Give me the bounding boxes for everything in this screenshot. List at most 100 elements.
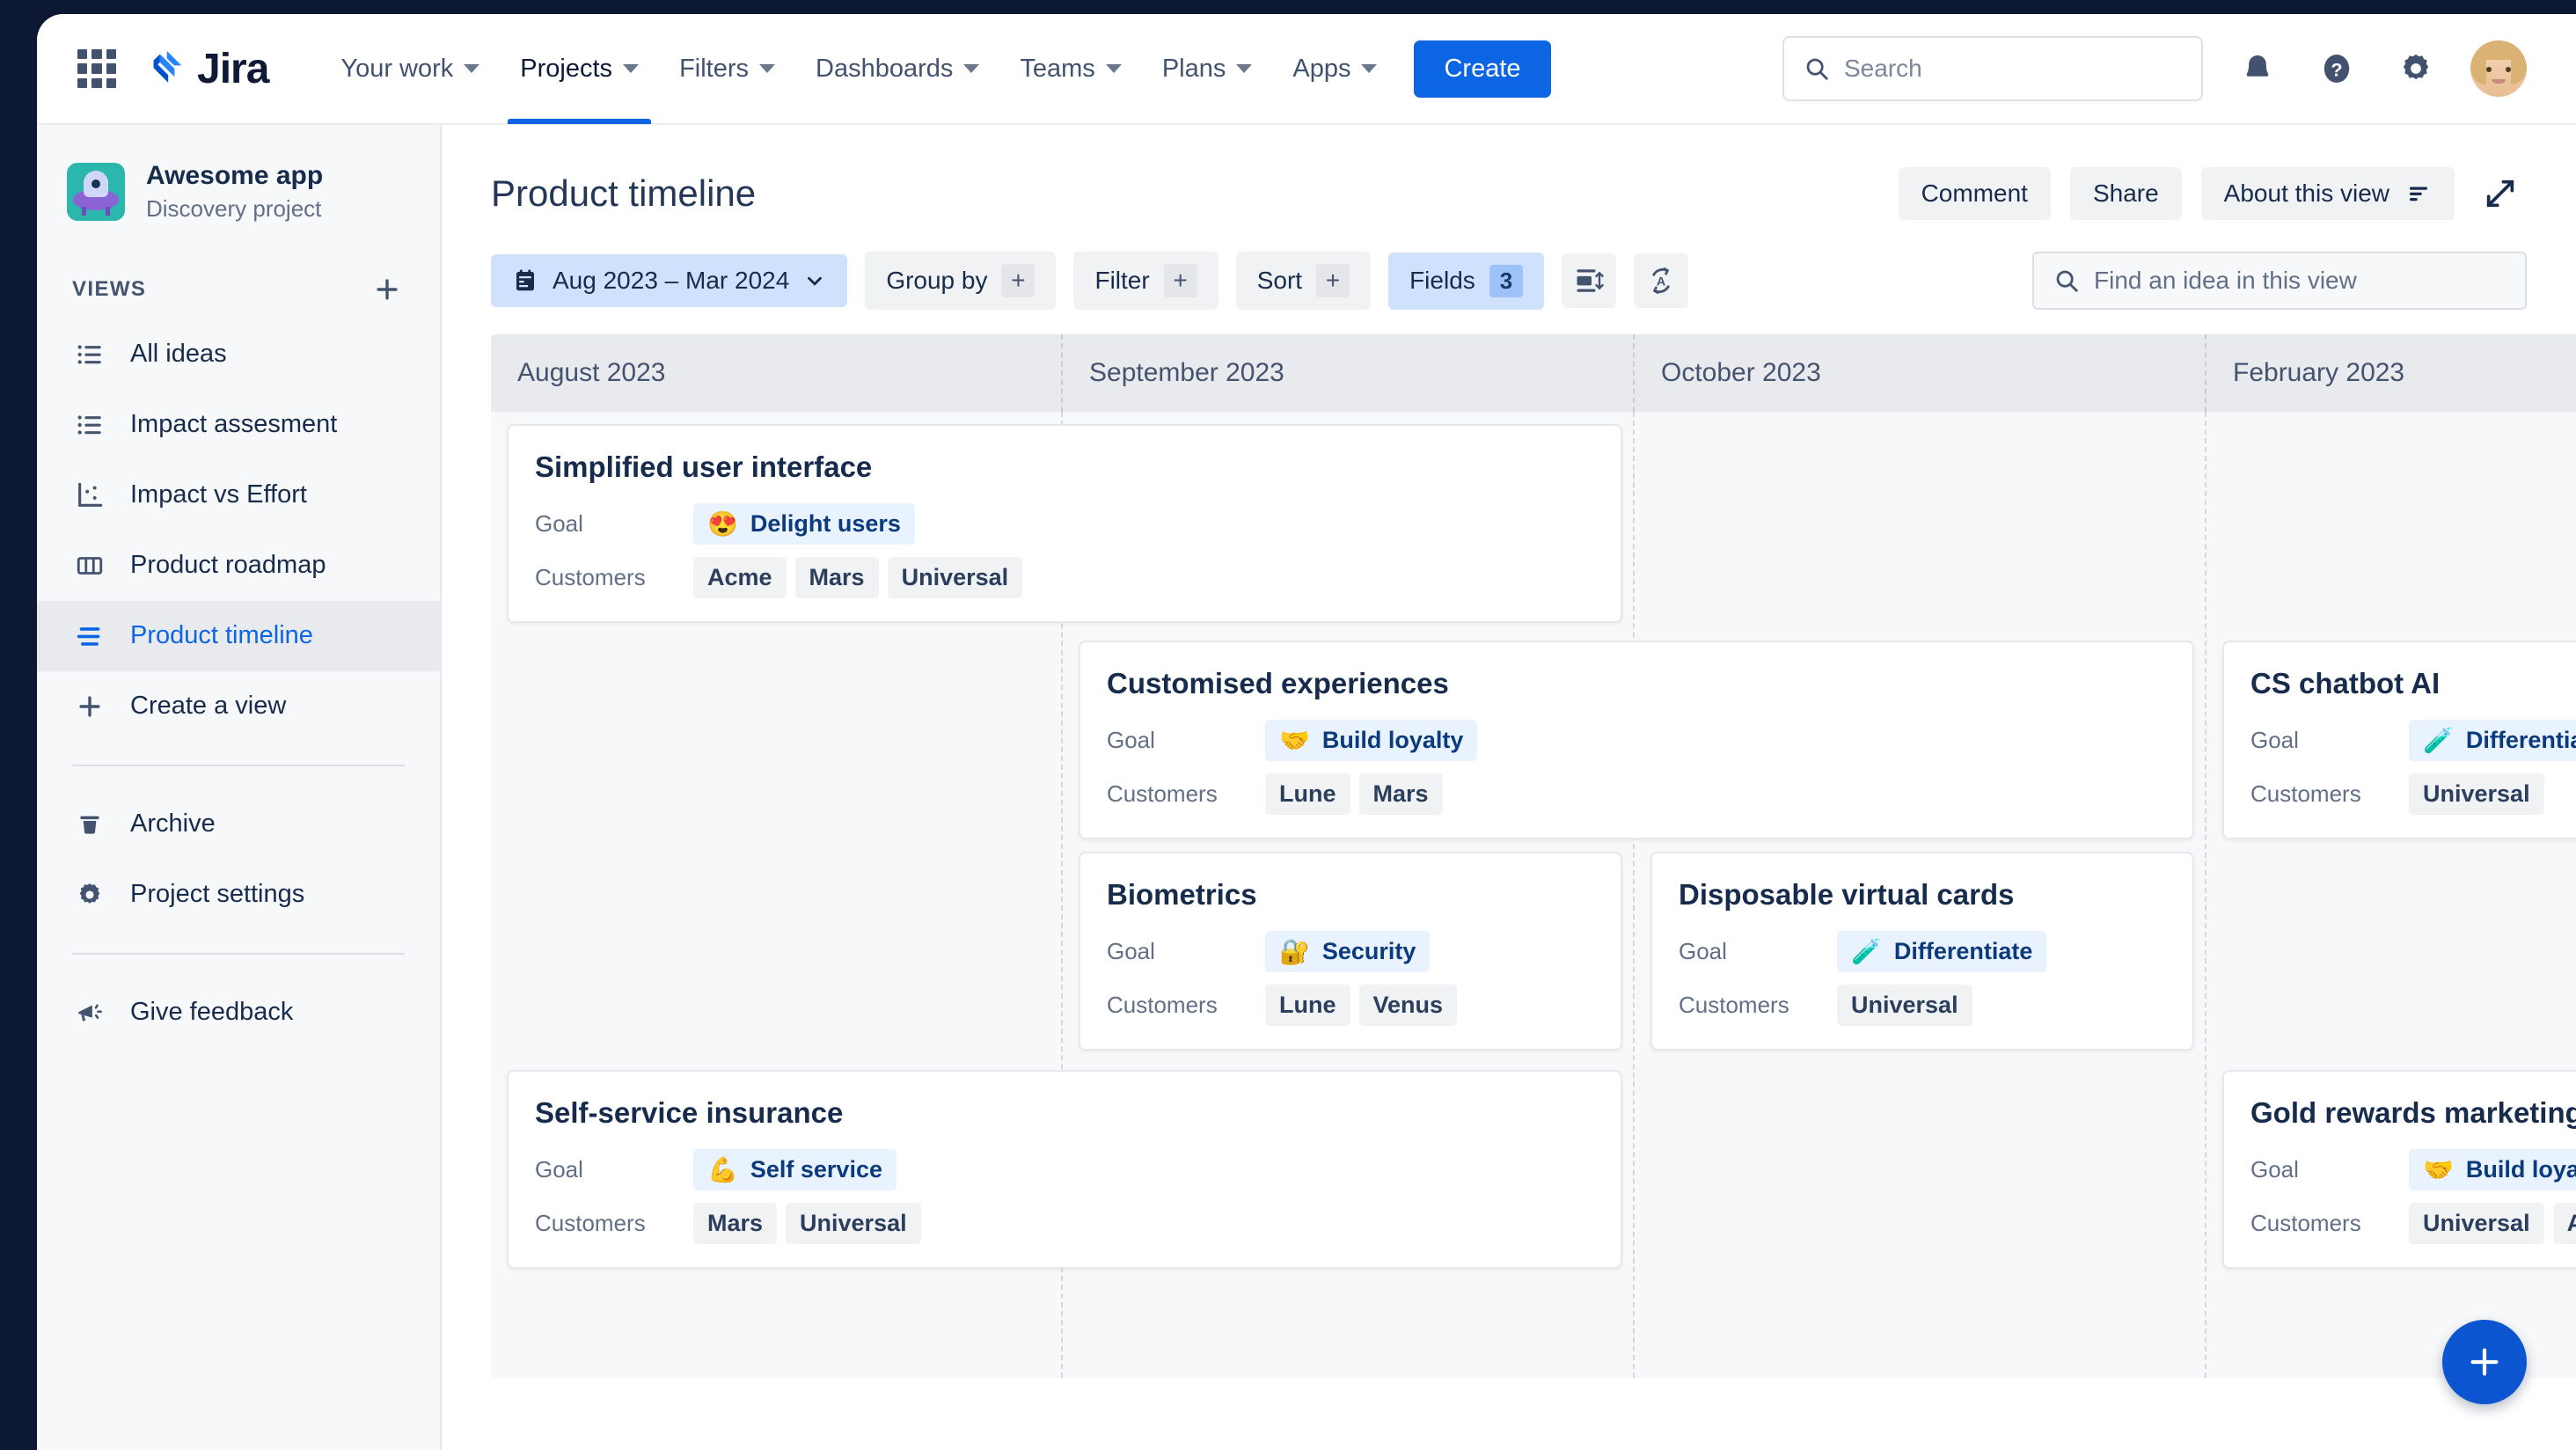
sort-button[interactable]: Sort + bbox=[1235, 252, 1372, 310]
goal-label: Differentiate bbox=[1893, 938, 2033, 964]
customer-tag[interactable]: Acme bbox=[693, 557, 787, 598]
chevron-down-icon bbox=[623, 64, 640, 73]
nav-item-plans[interactable]: Plans bbox=[1145, 42, 1270, 96]
nav-item-your-work[interactable]: Your work bbox=[323, 42, 497, 96]
nav-item-projects[interactable]: Projects bbox=[502, 42, 656, 124]
fields-button[interactable]: Fields 3 bbox=[1388, 252, 1545, 310]
list-icon bbox=[72, 337, 107, 372]
project-name: Awesome app bbox=[146, 161, 324, 190]
idea-card[interactable]: Disposable virtual cards Goal 🧪 Differen… bbox=[1650, 852, 2194, 1051]
customer-tags: Lune Venus bbox=[1265, 985, 1458, 1026]
comment-button[interactable]: Comment bbox=[1898, 167, 2051, 220]
customer-tag[interactable]: Mars bbox=[693, 1203, 778, 1244]
goal-badge[interactable]: 🤝 Build loyalty bbox=[2409, 1149, 2576, 1190]
sidebar-item-product-timeline[interactable]: Product timeline bbox=[37, 600, 440, 671]
sidebar-item-give-feedback[interactable]: Give feedback bbox=[37, 978, 440, 1048]
date-range-button[interactable]: Aug 2023 – Mar 2024 bbox=[491, 254, 848, 307]
view-header: Product timeline Comment Share About thi… bbox=[442, 125, 2576, 220]
nav-label: Apps bbox=[1292, 54, 1351, 83]
settings-gear-icon[interactable] bbox=[2391, 44, 2441, 93]
chevron-down-icon bbox=[808, 276, 823, 286]
sidebar-item-impact-assesment[interactable]: Impact assesment bbox=[37, 390, 440, 460]
timeline-canvas[interactable]: August 2023 September 2023 October 2023 … bbox=[491, 334, 2576, 1378]
field-label-customers: Customers bbox=[1679, 992, 1789, 1018]
fields-label: Fields bbox=[1409, 267, 1475, 294]
timeline-month-header: August 2023 September 2023 October 2023 … bbox=[491, 334, 2576, 412]
sidebar-item-impact-vs-effort[interactable]: Impact vs Effort bbox=[37, 460, 440, 531]
nav-item-teams[interactable]: Teams bbox=[1002, 42, 1138, 96]
timeline-cards-layer: Simplified user interface Goal 😍 Delight… bbox=[491, 412, 2576, 1378]
sidebar-item-create-a-view[interactable]: Create a view bbox=[37, 671, 440, 742]
customer-tag[interactable]: Universal bbox=[1837, 985, 1972, 1026]
auto-translate-icon[interactable]: A bbox=[1634, 253, 1689, 308]
add-view-button[interactable] bbox=[370, 272, 405, 307]
chevron-down-icon bbox=[1236, 64, 1253, 73]
customer-tag[interactable]: Acme bbox=[2552, 1203, 2576, 1244]
customer-tag[interactable]: Lune bbox=[1265, 773, 1350, 815]
customer-tags: Universal Acme bbox=[2409, 1203, 2576, 1244]
sidebar-item-project-settings[interactable]: Project settings bbox=[37, 860, 440, 930]
nav-label: Dashboards bbox=[816, 54, 954, 83]
idea-customers-row: Customers Universal bbox=[2250, 773, 2576, 815]
idea-card[interactable]: Gold rewards marketing Goal 🤝 Build loya… bbox=[2222, 1070, 2576, 1269]
sidebar-item-label: Create a view bbox=[130, 692, 287, 721]
avatar[interactable] bbox=[2470, 40, 2527, 97]
avatar-hair-top bbox=[2476, 40, 2521, 60]
idea-card[interactable]: Biometrics Goal 🔐 Security Customers Lun… bbox=[1079, 852, 1622, 1051]
customer-tag[interactable]: Universal bbox=[2409, 1203, 2544, 1244]
megaphone-icon bbox=[72, 995, 107, 1030]
sidebar-item-all-ideas[interactable]: All ideas bbox=[37, 319, 440, 390]
idea-title: Gold rewards marketing bbox=[2250, 1096, 2576, 1129]
goal-badge[interactable]: 😍 Delight users bbox=[693, 503, 915, 545]
customer-tag[interactable]: Mars bbox=[1358, 773, 1443, 815]
month-column-header: August 2023 bbox=[491, 334, 1063, 412]
notifications-bell-icon[interactable] bbox=[2233, 44, 2282, 93]
nav-label: Filters bbox=[679, 54, 750, 83]
idea-card[interactable]: Self-service insurance Goal 💪 Self servi… bbox=[507, 1070, 1622, 1269]
idea-card[interactable]: CS chatbot AI Goal 🧪 Differentiate Custo… bbox=[2222, 641, 2576, 839]
avatar-eye-right bbox=[2506, 67, 2511, 72]
sidebar-item-archive[interactable]: Archive bbox=[37, 789, 440, 860]
scatter-chart-icon bbox=[72, 478, 107, 513]
idea-card[interactable]: Customised experiences Goal 🤝 Build loya… bbox=[1079, 641, 2194, 839]
help-icon[interactable]: ? bbox=[2312, 44, 2361, 93]
nav-item-apps[interactable]: Apps bbox=[1275, 42, 1394, 96]
customer-tag[interactable]: Universal bbox=[887, 557, 1023, 598]
expand-fullscreen-icon[interactable] bbox=[2474, 171, 2527, 216]
date-range-label: Aug 2023 – Mar 2024 bbox=[553, 267, 790, 294]
goal-emoji-icon: 🤝 bbox=[1279, 726, 1310, 754]
nav-item-filters[interactable]: Filters bbox=[662, 42, 793, 96]
create-button[interactable]: Create bbox=[1414, 40, 1551, 98]
goal-badge[interactable]: 🧪 Differentiate bbox=[1837, 931, 2047, 972]
project-header[interactable]: Awesome app Discovery project bbox=[37, 148, 440, 237]
search-input[interactable]: Find an idea in this view bbox=[2032, 252, 2527, 310]
global-search-input[interactable]: Search bbox=[1782, 36, 2203, 101]
nav-right-group: Search ? bbox=[1782, 36, 2576, 101]
project-sidebar: Awesome app Discovery project VIEWS All … bbox=[37, 125, 442, 1450]
plus-icon bbox=[2470, 1348, 2499, 1376]
row-height-icon[interactable] bbox=[1562, 253, 1617, 308]
about-this-view-button[interactable]: About this view bbox=[2200, 167, 2455, 220]
customer-tag[interactable]: Lune bbox=[1265, 985, 1350, 1026]
sidebar-item-product-roadmap[interactable]: Product roadmap bbox=[37, 531, 440, 601]
goal-badge[interactable]: 🔐 Security bbox=[1265, 931, 1431, 972]
customer-tag[interactable]: Mars bbox=[794, 557, 879, 598]
create-idea-fab[interactable] bbox=[2442, 1320, 2527, 1404]
group-by-button[interactable]: Group by + bbox=[865, 252, 1057, 310]
app-switcher-icon[interactable] bbox=[77, 49, 116, 88]
idea-title: CS chatbot AI bbox=[2250, 667, 2441, 699]
nav-item-dashboards[interactable]: Dashboards bbox=[798, 42, 997, 96]
jira-logo[interactable]: Jira bbox=[146, 45, 269, 93]
goal-badge[interactable]: 🧪 Differentiate bbox=[2409, 720, 2576, 761]
sidebar-item-label: Archive bbox=[130, 809, 216, 839]
customer-tag[interactable]: Universal bbox=[786, 1203, 921, 1244]
goal-badge[interactable]: 🤝 Build loyalty bbox=[1265, 720, 1478, 761]
goal-badge[interactable]: 💪 Self service bbox=[693, 1149, 896, 1190]
customer-tags: Lune Mars bbox=[1265, 773, 1443, 815]
idea-card[interactable]: Simplified user interface Goal 😍 Delight… bbox=[507, 424, 1622, 623]
filter-button[interactable]: Filter + bbox=[1073, 252, 1218, 310]
share-button[interactable]: Share bbox=[2069, 167, 2182, 220]
field-label-goal: Goal bbox=[2250, 1156, 2299, 1183]
customer-tag[interactable]: Venus bbox=[1358, 985, 1458, 1026]
customer-tag[interactable]: Universal bbox=[2409, 773, 2544, 815]
